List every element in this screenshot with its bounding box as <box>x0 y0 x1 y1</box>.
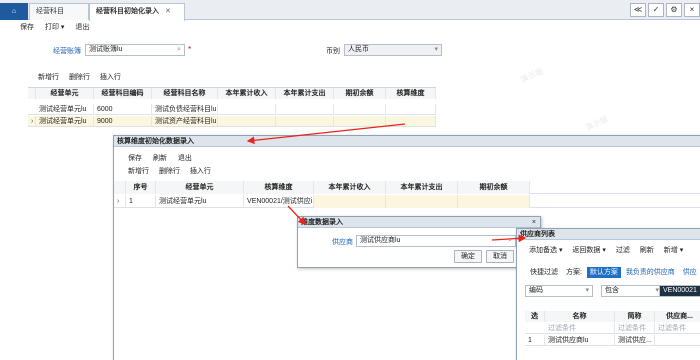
annotation-arrows <box>246 123 527 243</box>
annotation-arrow <box>491 234 527 243</box>
annotation-arrow <box>246 123 406 145</box>
annotation-arrow <box>287 205 306 225</box>
